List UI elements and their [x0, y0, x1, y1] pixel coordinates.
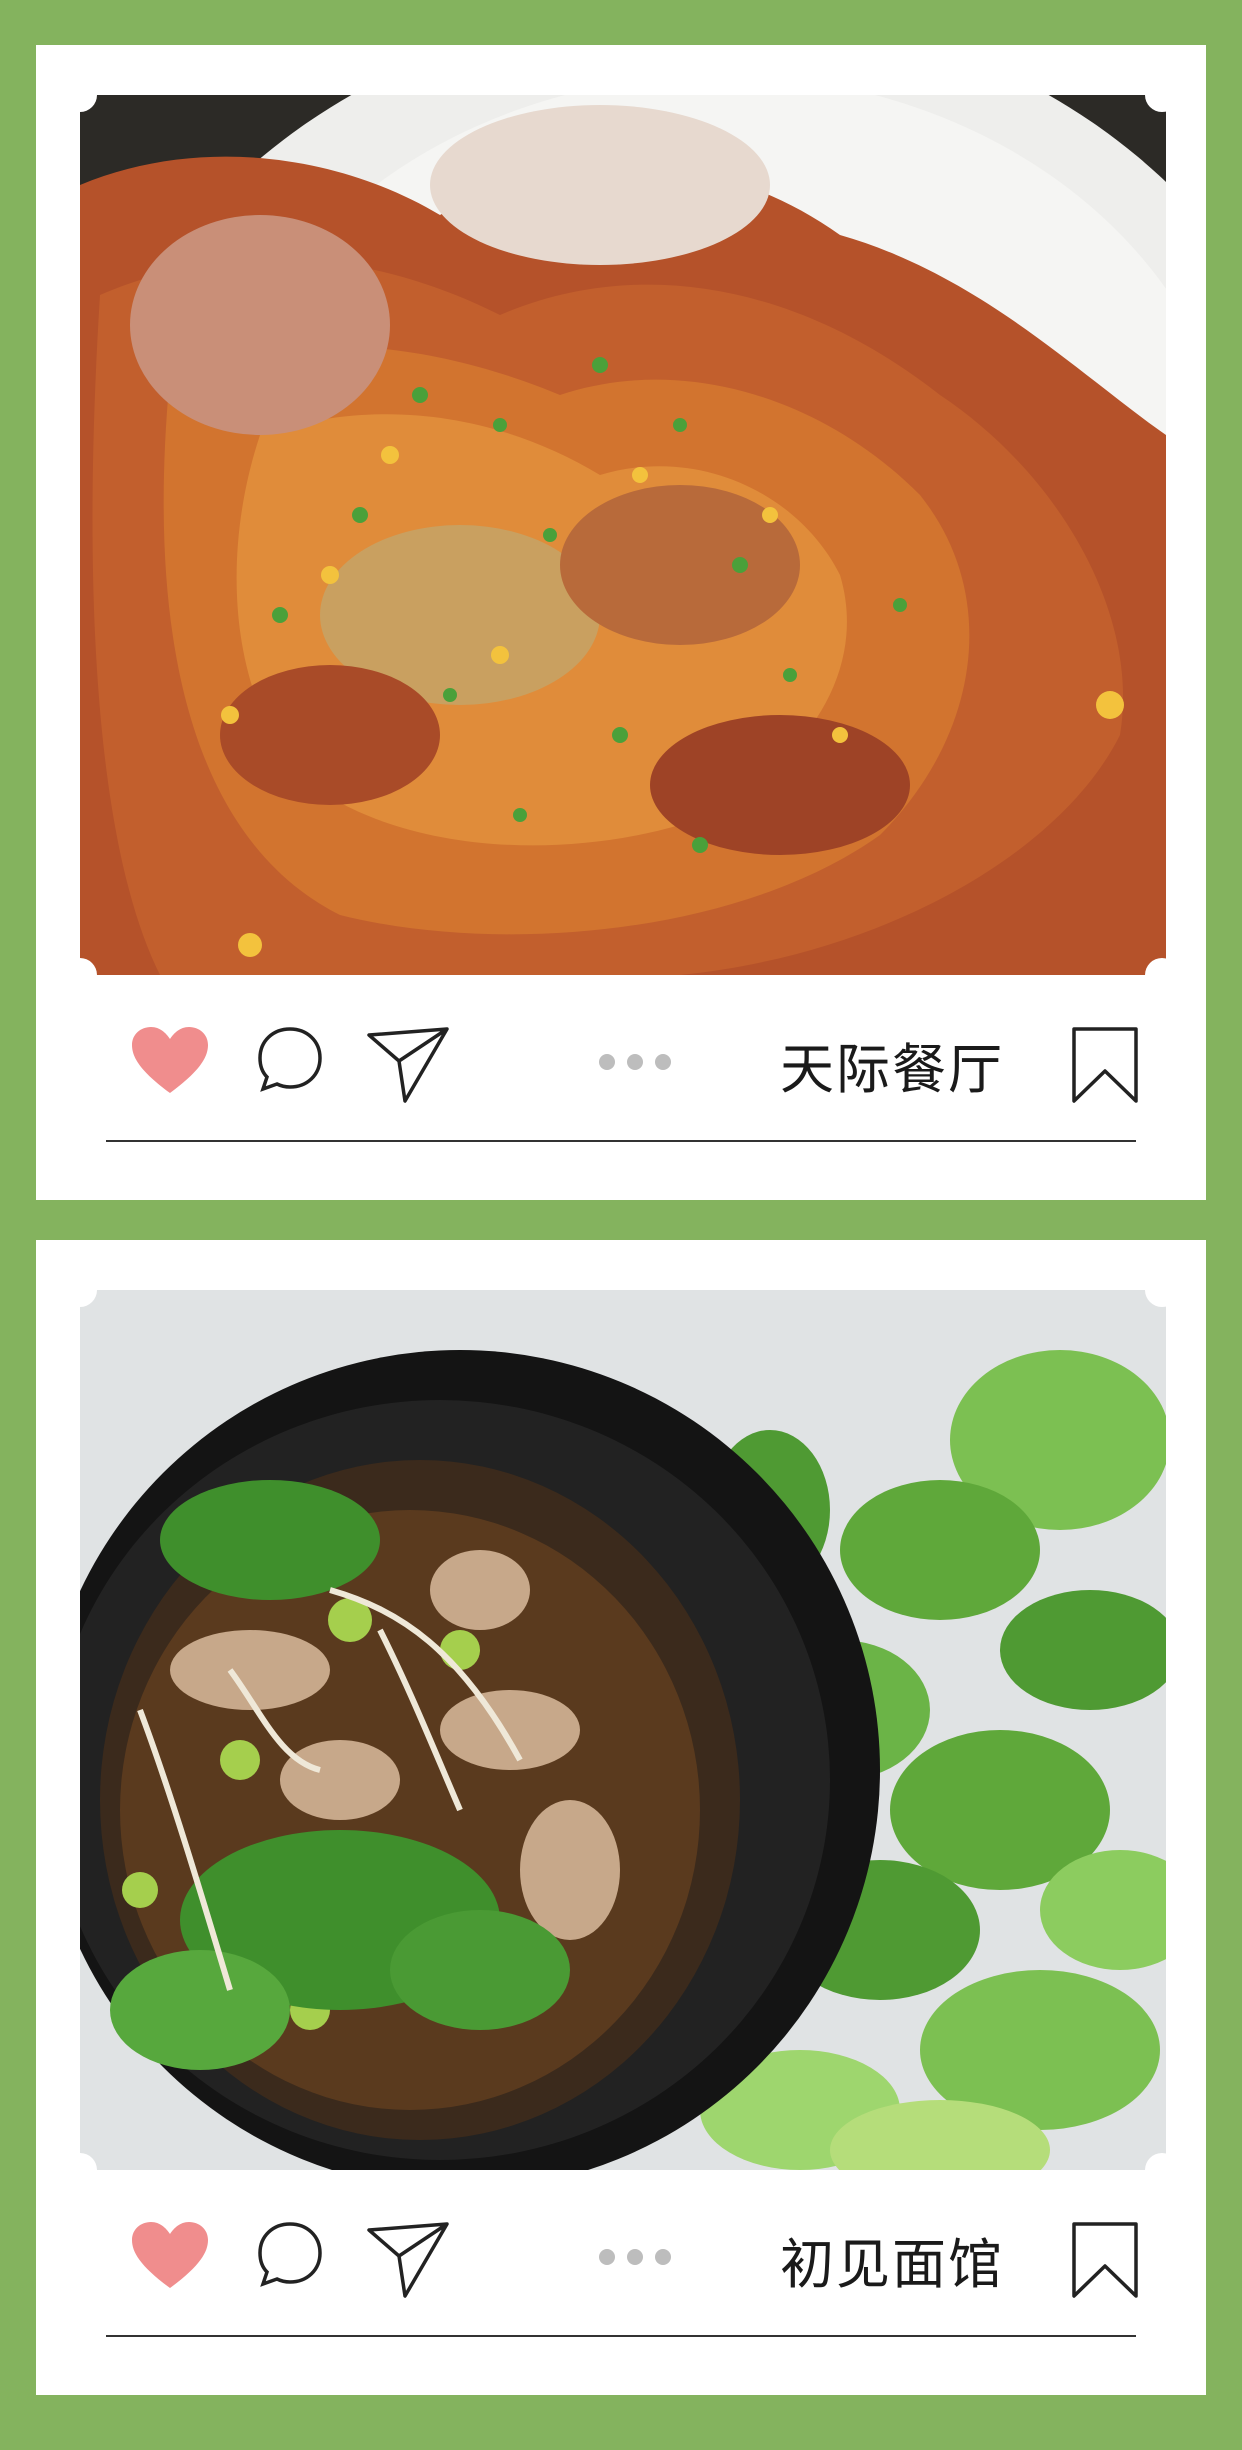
- divider: [106, 2335, 1136, 2337]
- more-dots-icon[interactable]: [595, 2242, 675, 2272]
- photo-corner: [63, 958, 97, 992]
- food-photo[interactable]: [80, 95, 1166, 975]
- restaurant-name: 天际餐厅: [780, 1038, 1004, 1101]
- mushroom-noodle-soup-photo: [80, 1290, 1166, 2170]
- food-photo[interactable]: [80, 1290, 1166, 2170]
- send-icon[interactable]: [365, 2220, 451, 2300]
- post-card: 天际餐厅: [36, 45, 1206, 1200]
- bookmark-icon[interactable]: [1070, 2220, 1140, 2300]
- bookmark-icon[interactable]: [1070, 1025, 1140, 1105]
- send-icon[interactable]: [365, 1025, 451, 1105]
- comment-icon[interactable]: [255, 1025, 325, 1095]
- photo-corner: [1145, 958, 1179, 992]
- photo-corner: [63, 2153, 97, 2187]
- like-heart-icon[interactable]: [130, 2220, 210, 2292]
- like-heart-icon[interactable]: [130, 1025, 210, 1097]
- restaurant-name: 初见面馆: [780, 2233, 1004, 2296]
- photo-corner: [1145, 78, 1179, 112]
- comment-icon[interactable]: [255, 2220, 325, 2290]
- photo-corner: [1145, 2153, 1179, 2187]
- photo-corner: [63, 1273, 97, 1307]
- spicy-fried-meat-photo: [80, 95, 1166, 975]
- post-actions: 天际餐厅: [80, 1005, 1162, 1125]
- more-dots-icon[interactable]: [595, 1047, 675, 1077]
- photo-corner: [1145, 1273, 1179, 1307]
- photo-corner: [63, 78, 97, 112]
- post-actions: 初见面馆: [80, 2200, 1162, 2320]
- post-card: 初见面馆: [36, 1240, 1206, 2395]
- divider: [106, 1140, 1136, 1142]
